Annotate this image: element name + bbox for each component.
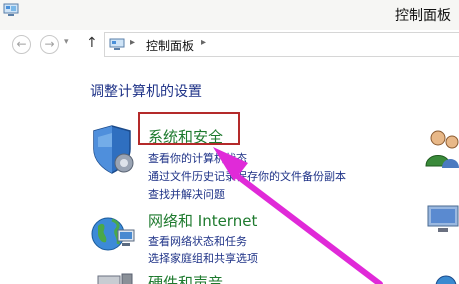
link-homegroup-sharing[interactable]: 选择家庭组和共享选项 bbox=[148, 250, 258, 266]
link-view-computer-status[interactable]: 查看你的计算机状态 bbox=[148, 150, 247, 166]
recent-locations-button[interactable]: ▾ bbox=[64, 37, 69, 47]
page-heading: 调整计算机的设置 bbox=[90, 84, 202, 100]
breadcrumb-separator[interactable]: ▸ bbox=[201, 37, 206, 48]
up-button[interactable]: ↑ bbox=[86, 35, 98, 51]
shield-icon[interactable] bbox=[90, 125, 134, 175]
category-hardware-sound[interactable]: 硬件和声音 bbox=[148, 272, 223, 284]
hardware-sound-icon[interactable] bbox=[96, 272, 136, 284]
clock-region-icon[interactable] bbox=[432, 274, 459, 284]
breadcrumb-separator[interactable]: ▸ bbox=[130, 37, 135, 48]
link-network-status[interactable]: 查看网络状态和任务 bbox=[148, 233, 247, 249]
annotation-highlight-box bbox=[138, 112, 240, 145]
back-button[interactable]: ← bbox=[12, 35, 31, 54]
forward-button[interactable]: → bbox=[40, 35, 59, 54]
address-bar[interactable]: ▸ 控制面板 ▸ bbox=[104, 32, 459, 57]
breadcrumb-control-panel[interactable]: 控制面板 bbox=[146, 37, 194, 54]
control-panel-icon bbox=[3, 3, 19, 16]
navigation-bar: ← → ▾ ↑ ▸ 控制面板 ▸ bbox=[0, 30, 459, 60]
appearance-icon[interactable] bbox=[426, 204, 459, 236]
network-globe-icon[interactable] bbox=[90, 212, 136, 256]
user-accounts-icon[interactable] bbox=[424, 128, 459, 170]
window-title: 控制面板 bbox=[395, 8, 451, 24]
control-panel-icon bbox=[109, 38, 125, 50]
title-bar: 控制面板 bbox=[0, 0, 459, 30]
link-file-history-backup[interactable]: 通过文件历史记录保存你的文件备份副本 bbox=[148, 168, 346, 184]
category-network-internet[interactable]: 网络和 Internet bbox=[148, 210, 257, 231]
link-troubleshoot[interactable]: 查找并解决问题 bbox=[148, 186, 225, 202]
